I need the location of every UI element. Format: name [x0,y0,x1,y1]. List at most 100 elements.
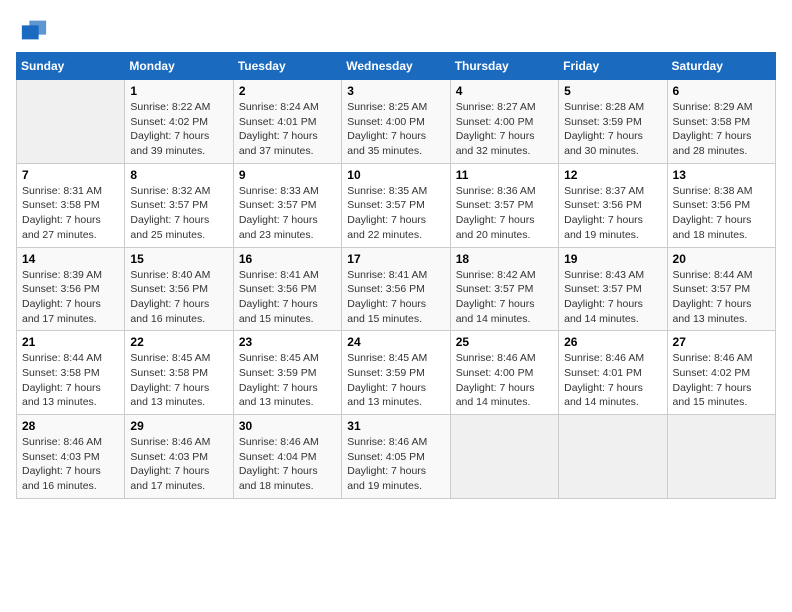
day-cell: 3 Sunrise: 8:25 AM Sunset: 4:00 PM Daylig… [342,80,450,164]
day-info: Sunrise: 8:46 AM Sunset: 4:02 PM Dayligh… [673,351,770,410]
day-info: Sunrise: 8:44 AM Sunset: 3:57 PM Dayligh… [673,268,770,327]
day-number: 31 [347,419,444,433]
day-cell: 4 Sunrise: 8:27 AM Sunset: 4:00 PM Daylig… [450,80,558,164]
day-cell: 29 Sunrise: 8:46 AM Sunset: 4:03 PM Dayli… [125,415,233,499]
day-number: 4 [456,84,553,98]
day-cell: 14Sunrise: 8:39 AM Sunset: 3:56 PM Dayli… [17,247,125,331]
day-number: 23 [239,335,336,349]
day-info: Sunrise: 8:46 AM Sunset: 4:03 PM Dayligh… [130,435,227,494]
calendar-body: 1Sunrise: 8:22 AM Sunset: 4:02 PM Daylig… [17,80,776,499]
day-info: Sunrise: 8:25 AM Sunset: 4:00 PM Dayligh… [347,100,444,159]
day-cell [450,415,558,499]
day-cell: 26 Sunrise: 8:46 AM Sunset: 4:01 PM Dayli… [559,331,667,415]
day-number: 29 [130,419,227,433]
day-number: 21 [22,335,119,349]
day-info: Sunrise: 8:45 AM Sunset: 3:59 PM Dayligh… [239,351,336,410]
calendar-header: SundayMondayTuesdayWednesdayThursdayFrid… [17,53,776,80]
day-number: 5 [564,84,661,98]
day-number: 12 [564,168,661,182]
header-cell-saturday: Saturday [667,53,775,80]
day-number: 26 [564,335,661,349]
day-cell [17,80,125,164]
day-cell: 16 Sunrise: 8:41 AM Sunset: 3:56 PM Dayli… [233,247,341,331]
logo-icon [20,16,48,44]
day-cell: 18 Sunrise: 8:42 AM Sunset: 3:57 PM Dayli… [450,247,558,331]
day-number: 19 [564,252,661,266]
day-number: 24 [347,335,444,349]
header-cell-friday: Friday [559,53,667,80]
day-info: Sunrise: 8:46 AM Sunset: 4:04 PM Dayligh… [239,435,336,494]
day-cell: 13 Sunrise: 8:38 AM Sunset: 3:56 PM Dayli… [667,163,775,247]
day-number: 18 [456,252,553,266]
calendar-table: SundayMondayTuesdayWednesdayThursdayFrid… [16,52,776,499]
day-info: Sunrise: 8:42 AM Sunset: 3:57 PM Dayligh… [456,268,553,327]
day-info: Sunrise: 8:44 AM Sunset: 3:58 PM Dayligh… [22,351,119,410]
day-info: Sunrise: 8:45 AM Sunset: 3:59 PM Dayligh… [347,351,444,410]
day-info: Sunrise: 8:35 AM Sunset: 3:57 PM Dayligh… [347,184,444,243]
day-cell: 11Sunrise: 8:36 AM Sunset: 3:57 PM Dayli… [450,163,558,247]
day-info: Sunrise: 8:43 AM Sunset: 3:57 PM Dayligh… [564,268,661,327]
day-number: 3 [347,84,444,98]
day-cell: 1Sunrise: 8:22 AM Sunset: 4:02 PM Daylig… [125,80,233,164]
day-cell: 15 Sunrise: 8:40 AM Sunset: 3:56 PM Dayli… [125,247,233,331]
day-cell: 7 Sunrise: 8:31 AM Sunset: 3:58 PM Daylig… [17,163,125,247]
header-cell-tuesday: Tuesday [233,53,341,80]
day-number: 25 [456,335,553,349]
day-cell: 9Sunrise: 8:33 AM Sunset: 3:57 PM Daylig… [233,163,341,247]
day-info: Sunrise: 8:22 AM Sunset: 4:02 PM Dayligh… [130,100,227,159]
day-number: 15 [130,252,227,266]
day-number: 8 [130,168,227,182]
day-number: 6 [673,84,770,98]
day-cell: 31 Sunrise: 8:46 AM Sunset: 4:05 PM Dayli… [342,415,450,499]
page-header [16,16,776,44]
day-number: 2 [239,84,336,98]
logo [16,16,48,44]
day-info: Sunrise: 8:40 AM Sunset: 3:56 PM Dayligh… [130,268,227,327]
day-info: Sunrise: 8:46 AM Sunset: 4:00 PM Dayligh… [456,351,553,410]
day-info: Sunrise: 8:46 AM Sunset: 4:03 PM Dayligh… [22,435,119,494]
day-cell: 10Sunrise: 8:35 AM Sunset: 3:57 PM Dayli… [342,163,450,247]
day-info: Sunrise: 8:28 AM Sunset: 3:59 PM Dayligh… [564,100,661,159]
day-info: Sunrise: 8:31 AM Sunset: 3:58 PM Dayligh… [22,184,119,243]
day-cell [667,415,775,499]
day-info: Sunrise: 8:27 AM Sunset: 4:00 PM Dayligh… [456,100,553,159]
day-number: 11 [456,168,553,182]
day-number: 28 [22,419,119,433]
day-cell: 28 Sunrise: 8:46 AM Sunset: 4:03 PM Dayli… [17,415,125,499]
day-info: Sunrise: 8:41 AM Sunset: 3:56 PM Dayligh… [239,268,336,327]
day-info: Sunrise: 8:32 AM Sunset: 3:57 PM Dayligh… [130,184,227,243]
week-row-2: 7 Sunrise: 8:31 AM Sunset: 3:58 PM Daylig… [17,163,776,247]
day-number: 7 [22,168,119,182]
week-row-3: 14Sunrise: 8:39 AM Sunset: 3:56 PM Dayli… [17,247,776,331]
day-number: 9 [239,168,336,182]
day-cell: 20 Sunrise: 8:44 AM Sunset: 3:57 PM Dayli… [667,247,775,331]
day-number: 30 [239,419,336,433]
day-cell: 17 Sunrise: 8:41 AM Sunset: 3:56 PM Dayli… [342,247,450,331]
day-cell: 2 Sunrise: 8:24 AM Sunset: 4:01 PM Daylig… [233,80,341,164]
day-cell: 30 Sunrise: 8:46 AM Sunset: 4:04 PM Dayli… [233,415,341,499]
day-number: 17 [347,252,444,266]
day-cell [559,415,667,499]
day-cell: 12Sunrise: 8:37 AM Sunset: 3:56 PM Dayli… [559,163,667,247]
day-number: 22 [130,335,227,349]
day-cell: 21 Sunrise: 8:44 AM Sunset: 3:58 PM Dayli… [17,331,125,415]
day-number: 20 [673,252,770,266]
day-info: Sunrise: 8:38 AM Sunset: 3:56 PM Dayligh… [673,184,770,243]
day-info: Sunrise: 8:41 AM Sunset: 3:56 PM Dayligh… [347,268,444,327]
day-info: Sunrise: 8:45 AM Sunset: 3:58 PM Dayligh… [130,351,227,410]
day-number: 27 [673,335,770,349]
day-number: 13 [673,168,770,182]
day-cell: 6Sunrise: 8:29 AM Sunset: 3:58 PM Daylig… [667,80,775,164]
day-info: Sunrise: 8:39 AM Sunset: 3:56 PM Dayligh… [22,268,119,327]
header-row: SundayMondayTuesdayWednesdayThursdayFrid… [17,53,776,80]
day-info: Sunrise: 8:46 AM Sunset: 4:05 PM Dayligh… [347,435,444,494]
day-number: 16 [239,252,336,266]
day-cell: 8 Sunrise: 8:32 AM Sunset: 3:57 PM Daylig… [125,163,233,247]
week-row-1: 1Sunrise: 8:22 AM Sunset: 4:02 PM Daylig… [17,80,776,164]
day-cell: 24 Sunrise: 8:45 AM Sunset: 3:59 PM Dayli… [342,331,450,415]
day-cell: 25 Sunrise: 8:46 AM Sunset: 4:00 PM Dayli… [450,331,558,415]
day-cell: 23 Sunrise: 8:45 AM Sunset: 3:59 PM Dayli… [233,331,341,415]
header-cell-sunday: Sunday [17,53,125,80]
day-info: Sunrise: 8:24 AM Sunset: 4:01 PM Dayligh… [239,100,336,159]
day-info: Sunrise: 8:46 AM Sunset: 4:01 PM Dayligh… [564,351,661,410]
